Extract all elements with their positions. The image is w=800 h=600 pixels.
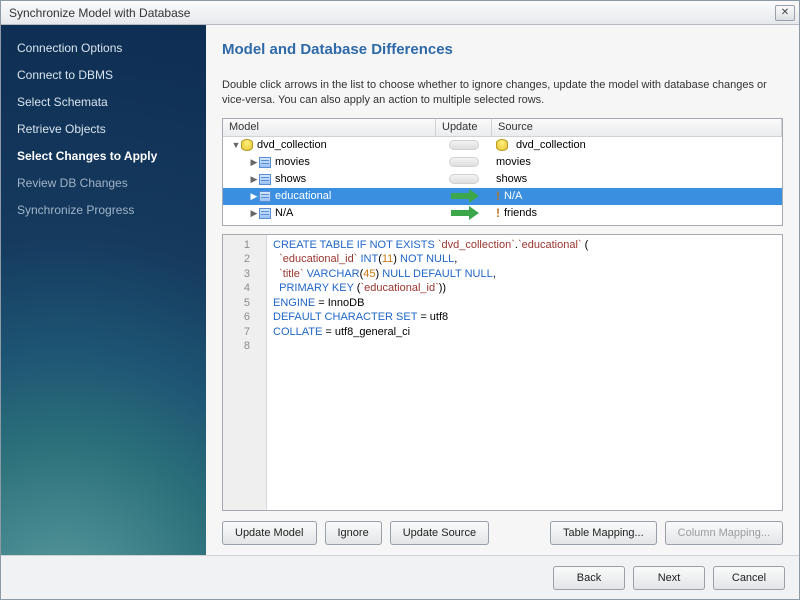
table-icon bbox=[259, 157, 271, 168]
expand-icon[interactable]: ▶ bbox=[249, 157, 259, 168]
source-name: dvd_collection bbox=[516, 139, 586, 151]
sql-gutter: 12345678 bbox=[223, 235, 267, 510]
wizard-step[interactable]: Connection Options bbox=[1, 35, 206, 62]
model-name: shows bbox=[275, 173, 306, 185]
main-panel: Model and Database Differences Double cl… bbox=[206, 25, 799, 555]
diff-tree-row[interactable]: ▶ movies movies bbox=[223, 154, 782, 171]
wizard-step[interactable]: Retrieve Objects bbox=[1, 116, 206, 143]
arrow-neutral-icon[interactable] bbox=[449, 157, 479, 167]
page-description: Double click arrows in the list to choos… bbox=[222, 78, 783, 108]
update-source-button[interactable]: Update Source bbox=[390, 521, 489, 545]
wizard-step[interactable]: Connect to DBMS bbox=[1, 62, 206, 89]
back-button[interactable]: Back bbox=[553, 566, 625, 590]
sql-preview[interactable]: 12345678 CREATE TABLE IF NOT EXISTS `dvd… bbox=[222, 234, 783, 511]
arrow-neutral-icon[interactable] bbox=[449, 140, 479, 150]
column-mapping-button[interactable]: Column Mapping... bbox=[665, 521, 783, 545]
model-name: movies bbox=[275, 156, 310, 168]
action-button-row: Update Model Ignore Update Source Table … bbox=[222, 521, 783, 545]
expand-icon[interactable]: ▶ bbox=[249, 208, 259, 219]
table-icon bbox=[259, 174, 271, 185]
table-icon bbox=[259, 208, 271, 219]
window-title: Synchronize Model with Database bbox=[5, 6, 775, 20]
column-header-source[interactable]: Source bbox=[492, 119, 782, 136]
column-header-model[interactable]: Model bbox=[223, 119, 436, 136]
title-bar[interactable]: Synchronize Model with Database ✕ bbox=[1, 1, 799, 25]
warning-icon: ! bbox=[496, 190, 500, 202]
model-name: educational bbox=[275, 190, 331, 202]
source-name: friends bbox=[504, 207, 537, 219]
model-name: dvd_collection bbox=[257, 139, 327, 151]
warning-icon: ! bbox=[496, 207, 500, 219]
diff-tree-header: Model Update Source bbox=[223, 119, 782, 137]
source-name: movies bbox=[496, 156, 531, 168]
database-icon bbox=[496, 139, 508, 151]
arrow-neutral-icon[interactable] bbox=[449, 174, 479, 184]
diff-tree-row[interactable]: ▶ N/A! friends bbox=[223, 205, 782, 222]
table-mapping-button[interactable]: Table Mapping... bbox=[550, 521, 657, 545]
cancel-button[interactable]: Cancel bbox=[713, 566, 785, 590]
expand-icon[interactable]: ▶ bbox=[249, 174, 259, 185]
table-icon bbox=[259, 191, 271, 202]
database-icon bbox=[241, 139, 253, 151]
diff-tree-body: ▼ dvd_collection dvd_collection ▶ movies movi… bbox=[223, 137, 782, 222]
diff-tree[interactable]: Model Update Source ▼ dvd_collection dvd_c… bbox=[222, 118, 783, 226]
update-model-button[interactable]: Update Model bbox=[222, 521, 317, 545]
wizard-step[interactable]: Select Changes to Apply bbox=[1, 143, 206, 170]
arrow-right-icon[interactable] bbox=[449, 208, 479, 218]
page-heading: Model and Database Differences bbox=[222, 41, 783, 58]
ignore-button[interactable]: Ignore bbox=[325, 521, 382, 545]
expand-icon[interactable]: ▶ bbox=[249, 191, 259, 202]
source-name: shows bbox=[496, 173, 527, 185]
wizard-step[interactable]: Review DB Changes bbox=[1, 170, 206, 197]
diff-tree-row[interactable]: ▼ dvd_collection dvd_collection bbox=[223, 137, 782, 154]
next-button[interactable]: Next bbox=[633, 566, 705, 590]
wizard-steps-sidebar: Connection OptionsConnect to DBMSSelect … bbox=[1, 25, 206, 555]
close-icon: ✕ bbox=[781, 7, 789, 18]
wizard-footer: Back Next Cancel bbox=[1, 555, 799, 599]
wizard-window: Synchronize Model with Database ✕ Connec… bbox=[0, 0, 800, 600]
diff-tree-row[interactable]: ▶ educational! N/A bbox=[223, 188, 782, 205]
wizard-body: Connection OptionsConnect to DBMSSelect … bbox=[1, 25, 799, 555]
close-button[interactable]: ✕ bbox=[775, 5, 795, 21]
column-header-update[interactable]: Update bbox=[436, 119, 492, 136]
arrow-right-icon[interactable] bbox=[449, 191, 479, 201]
wizard-step[interactable]: Synchronize Progress bbox=[1, 197, 206, 224]
wizard-step[interactable]: Select Schemata bbox=[1, 89, 206, 116]
source-name: N/A bbox=[504, 190, 522, 202]
collapse-icon[interactable]: ▼ bbox=[231, 140, 241, 150]
sql-code[interactable]: CREATE TABLE IF NOT EXISTS `dvd_collecti… bbox=[267, 235, 594, 510]
spacer bbox=[497, 521, 542, 545]
model-name: N/A bbox=[275, 207, 293, 219]
diff-tree-row[interactable]: ▶ shows shows bbox=[223, 171, 782, 188]
